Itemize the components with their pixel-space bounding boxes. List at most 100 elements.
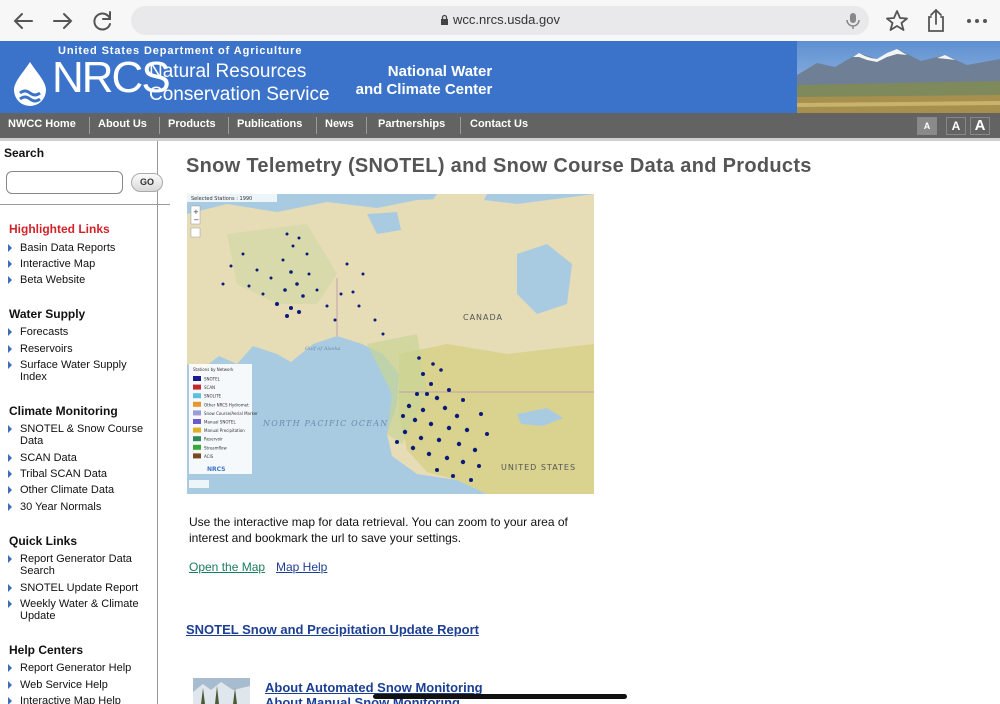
- open-map-link[interactable]: Open the Map: [189, 560, 265, 574]
- nav-divider: [366, 117, 367, 134]
- nrcs-water-drop-icon[interactable]: [8, 60, 52, 106]
- nav-partnerships[interactable]: Partnerships: [378, 118, 445, 130]
- map-label-canada: CANADA: [463, 313, 503, 322]
- link-interactive-map-help[interactable]: Interactive Map Help: [8, 695, 155, 704]
- link-scan-data[interactable]: SCAN Data: [8, 452, 155, 464]
- bullet-icon: [8, 664, 12, 672]
- agency-name-line2: Conservation Service: [149, 84, 330, 105]
- url-text-wrap: wcc.nrcs.usda.gov: [131, 12, 869, 27]
- mic-icon[interactable]: [845, 12, 861, 30]
- bullet-icon: [8, 600, 12, 608]
- link-report-generator-data-search[interactable]: Report Generator Data Search: [8, 553, 155, 577]
- link-label: Report Generator Data Search: [20, 553, 132, 577]
- link-forecasts[interactable]: Forecasts: [8, 326, 155, 338]
- section-highlighted-links: Highlighted Links: [9, 222, 110, 236]
- link-surface-water-supply-index[interactable]: Surface Water Supply Index: [8, 359, 142, 383]
- link-reservoirs[interactable]: Reservoirs: [8, 343, 155, 355]
- home-indicator[interactable]: [373, 694, 627, 699]
- bullet-icon: [8, 260, 12, 268]
- legend-swatch: [193, 401, 201, 407]
- legend-label: ACIS: [204, 454, 214, 459]
- link-interactive-map[interactable]: Interactive Map: [8, 258, 155, 270]
- address-bar[interactable]: wcc.nrcs.usda.gov: [131, 6, 869, 35]
- map-label-us: UNITED STATES: [501, 463, 576, 472]
- bullet-icon: [8, 361, 12, 369]
- legend-swatch: [193, 453, 201, 459]
- link-label: Beta Website: [20, 274, 86, 286]
- nav-products[interactable]: Products: [168, 118, 216, 130]
- link-30-year-normals[interactable]: 30 Year Normals: [8, 501, 155, 513]
- nav-publications[interactable]: Publications: [237, 118, 302, 130]
- browser-toolbar: wcc.nrcs.usda.gov: [0, 0, 1000, 41]
- snotel-update-report-link[interactable]: SNOTEL Snow and Precipitation Update Rep…: [186, 622, 479, 637]
- link-label: SCAN Data: [20, 452, 77, 464]
- font-size-medium-button[interactable]: A: [946, 117, 966, 135]
- sidebar: Search GO Highlighted Links Basin Data R…: [0, 141, 170, 704]
- more-icon[interactable]: [962, 6, 992, 36]
- agency-name-line1: Natural Resources: [149, 61, 307, 82]
- bullet-icon: [8, 681, 12, 689]
- url-text: wcc.nrcs.usda.gov: [453, 12, 560, 27]
- link-label: Interactive Map: [20, 258, 96, 270]
- sidebar-divider: [0, 204, 170, 205]
- share-icon[interactable]: [921, 6, 951, 36]
- link-tribal-scan-data[interactable]: Tribal SCAN Data: [8, 468, 155, 480]
- snow-monitoring-thumbnail[interactable]: [193, 678, 250, 704]
- link-label: Basin Data Reports: [20, 242, 116, 254]
- bullet-icon: [8, 697, 12, 704]
- font-size-large-button[interactable]: A: [970, 117, 990, 135]
- legend-label: Other NRCS Hydromet: [204, 402, 249, 407]
- section-water-supply: Water Supply: [9, 307, 86, 321]
- legend-swatch: [193, 427, 201, 433]
- map-label-ocean: NORTH PACIFIC OCEAN: [262, 419, 388, 428]
- link-label: Surface Water Supply Index: [20, 359, 127, 383]
- link-web-service-help[interactable]: Web Service Help: [8, 679, 155, 691]
- center-name-line1: National Water: [387, 63, 493, 80]
- nav-about-us[interactable]: About Us: [98, 118, 147, 130]
- site-banner: United States Department of Agriculture …: [0, 41, 1000, 113]
- lock-icon: [441, 14, 449, 25]
- bullet-icon: [8, 454, 12, 462]
- link-other-climate-data[interactable]: Other Climate Data: [8, 484, 155, 496]
- zoom-out-icon: −: [194, 216, 200, 224]
- legend-swatch: [193, 436, 201, 442]
- link-label: Weekly Water & Climate Update: [20, 598, 139, 622]
- about-automated-snow-monitoring-link[interactable]: About Automated Snow Monitoring: [265, 680, 483, 695]
- link-label: Forecasts: [20, 326, 69, 338]
- map-description: Use the interactive map for data retriev…: [189, 515, 568, 545]
- bullet-icon: [8, 276, 12, 284]
- link-snotel-snow-course-data[interactable]: SNOTEL & Snow Course Data: [8, 423, 155, 447]
- link-label: Other Climate Data: [20, 484, 115, 496]
- legend-swatch: [193, 393, 201, 399]
- map-help-link[interactable]: Map Help: [276, 560, 327, 574]
- font-size-small-button[interactable]: A: [917, 117, 937, 135]
- bookmark-star-icon[interactable]: [882, 6, 912, 36]
- link-label: Reservoirs: [20, 343, 73, 355]
- nav-contact-us[interactable]: Contact Us: [470, 118, 528, 130]
- link-beta-website[interactable]: Beta Website: [8, 274, 155, 286]
- reload-icon[interactable]: [88, 6, 118, 36]
- forward-icon[interactable]: [48, 6, 78, 36]
- link-basin-data-reports[interactable]: Basin Data Reports: [8, 242, 155, 254]
- legend-nrcs-logo: NRCS: [207, 466, 225, 473]
- go-button[interactable]: GO: [131, 173, 163, 192]
- nav-nwcc-home[interactable]: NWCC Home: [8, 118, 76, 130]
- link-label: Report Generator Help: [20, 662, 132, 674]
- snotel-interactive-map-image[interactable]: CANADA NORTH PACIFIC OCEAN UNITED STATES…: [187, 194, 594, 494]
- nav-divider: [460, 117, 461, 134]
- legend-label: Manual SNOTEL: [204, 420, 236, 425]
- bullet-icon: [8, 244, 12, 252]
- search-input[interactable]: [6, 171, 123, 194]
- link-weekly-water-climate-update[interactable]: Weekly Water & Climate Update: [8, 598, 155, 622]
- nav-divider: [228, 117, 229, 134]
- link-report-generator-help[interactable]: Report Generator Help: [8, 662, 155, 674]
- back-icon[interactable]: [8, 6, 38, 36]
- link-snotel-update-report[interactable]: SNOTEL Update Report: [8, 582, 155, 594]
- legend-swatch: [193, 444, 201, 450]
- nav-news[interactable]: News: [325, 118, 354, 130]
- bullet-icon: [8, 345, 12, 353]
- bullet-icon: [8, 470, 12, 478]
- bullet-icon: [8, 503, 12, 511]
- center-name-line2: and Climate Center: [355, 81, 493, 98]
- page-title: Snow Telemetry (SNOTEL) and Snow Course …: [186, 155, 812, 177]
